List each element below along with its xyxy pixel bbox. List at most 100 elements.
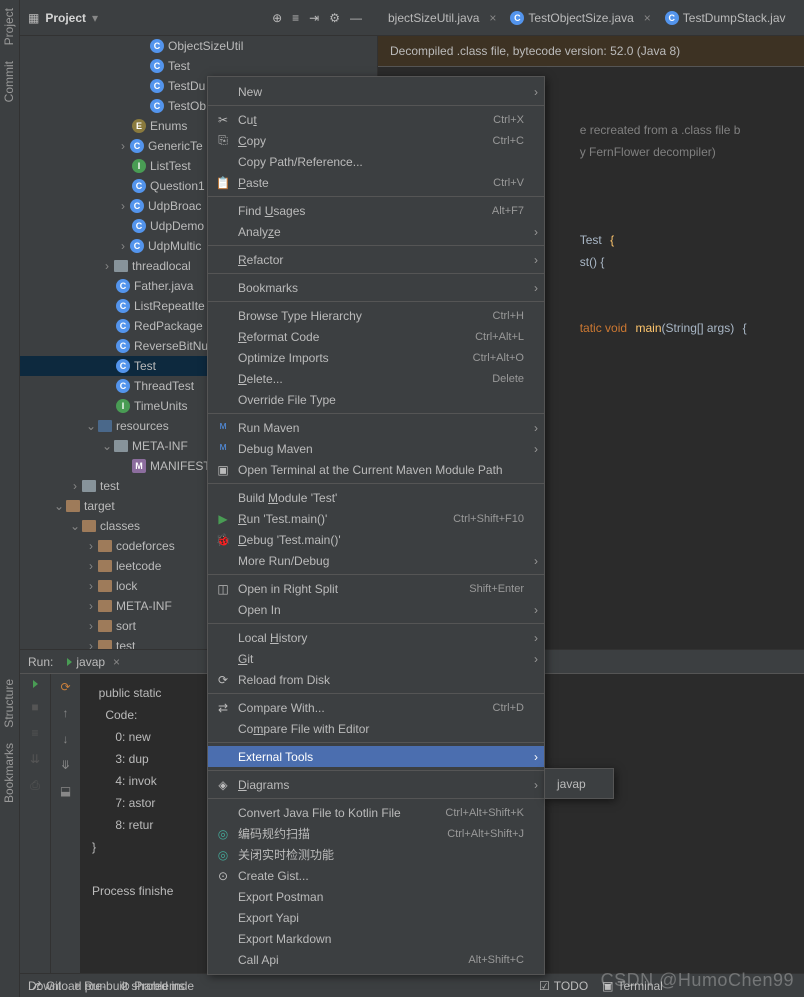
menu-item[interactable]: 🐞Debug 'Test.main()' bbox=[208, 529, 544, 550]
expand-icon[interactable]: › bbox=[68, 479, 82, 493]
icon[interactable]: ⇊ bbox=[30, 752, 40, 766]
menu-item[interactable]: Copy Path/Reference... bbox=[208, 151, 544, 172]
folder-icon bbox=[98, 600, 112, 612]
up-icon[interactable]: ↑ bbox=[63, 706, 69, 720]
menu-item[interactable]: External Tools› bbox=[208, 746, 544, 767]
expand-icon[interactable]: ⌄ bbox=[52, 499, 66, 513]
tab-bookmarks[interactable]: Bookmarks bbox=[0, 735, 18, 811]
icon[interactable]: ⤋ bbox=[60, 758, 70, 772]
menu-item[interactable]: ⎘CopyCtrl+C bbox=[208, 130, 544, 151]
menu-item[interactable]: ᴹRun Maven› bbox=[208, 417, 544, 438]
menu-item[interactable]: Local History› bbox=[208, 627, 544, 648]
target-icon[interactable]: ⊕ bbox=[272, 11, 282, 25]
menu-item[interactable]: Export Postman bbox=[208, 886, 544, 907]
menu-item[interactable]: Convert Java File to Kotlin FileCtrl+Alt… bbox=[208, 802, 544, 823]
menu-item[interactable]: Git› bbox=[208, 648, 544, 669]
tab-project[interactable]: Project bbox=[0, 0, 18, 53]
menu-item[interactable]: ✂CutCtrl+X bbox=[208, 109, 544, 130]
icon[interactable]: ⎙ bbox=[30, 778, 40, 793]
menu-separator bbox=[208, 623, 544, 624]
expand-icon[interactable]: › bbox=[116, 239, 130, 253]
expand-icon[interactable]: › bbox=[100, 259, 114, 273]
menu-item[interactable]: ◎编码规约扫描Ctrl+Alt+Shift+J bbox=[208, 823, 544, 844]
tree-item-name: RedPackage bbox=[134, 319, 203, 333]
menu-item[interactable]: Call ApiAlt+Shift+C bbox=[208, 949, 544, 970]
project-header[interactable]: ▦ Project ▾ ⊕ ≡ ⇥ ⚙ — bbox=[20, 11, 378, 25]
topbar: ▦ Project ▾ ⊕ ≡ ⇥ ⚙ — bjectSizeUtil.java… bbox=[20, 0, 804, 36]
menu-item-label: Debug Maven bbox=[238, 442, 313, 456]
expand-icon[interactable]: ⌄ bbox=[84, 419, 98, 433]
collapse-icon[interactable]: ⇥ bbox=[309, 11, 319, 25]
minimize-icon[interactable]: — bbox=[350, 11, 362, 25]
expand-icon[interactable]: › bbox=[84, 579, 98, 593]
menu-separator bbox=[208, 693, 544, 694]
tree-row[interactable]: CObjectSizeUtil bbox=[20, 36, 377, 56]
expand-icon[interactable]: ⌄ bbox=[68, 519, 82, 533]
dropdown-icon[interactable]: ▾ bbox=[92, 11, 98, 25]
menu-item[interactable]: ◈Diagrams› bbox=[208, 774, 544, 795]
submenu-item-javap[interactable]: javap bbox=[545, 773, 613, 794]
menu-item[interactable]: Export Markdown bbox=[208, 928, 544, 949]
menu-item[interactable]: Browse Type HierarchyCtrl+H bbox=[208, 305, 544, 326]
tree-item-name: UdpMultic bbox=[148, 239, 201, 253]
menu-item[interactable]: ᴹDebug Maven› bbox=[208, 438, 544, 459]
gear-icon[interactable]: ⚙ bbox=[329, 11, 340, 25]
menu-separator bbox=[208, 105, 544, 106]
editor-tab-0[interactable]: bjectSizeUtil.java × bbox=[382, 7, 502, 29]
menu-item[interactable]: ⊙Create Gist... bbox=[208, 865, 544, 886]
status-todo[interactable]: ☑TODO bbox=[539, 979, 588, 993]
icon[interactable]: ⟳ bbox=[60, 680, 70, 694]
expand-icon[interactable]: › bbox=[116, 139, 130, 153]
tab-commit[interactable]: Commit bbox=[0, 53, 18, 110]
menu-shortcut: Ctrl+D bbox=[493, 702, 524, 714]
tree-row[interactable]: CTest bbox=[20, 56, 377, 76]
tab-structure[interactable]: Structure bbox=[0, 671, 18, 736]
expand-icon[interactable]: › bbox=[84, 539, 98, 553]
menu-item[interactable]: Open In› bbox=[208, 599, 544, 620]
tree-item-name: ListTest bbox=[150, 159, 191, 173]
editor-tab-2[interactable]: C TestDumpStack.jav bbox=[659, 7, 792, 29]
class-icon: C bbox=[150, 79, 164, 93]
run-tab[interactable]: javap × bbox=[61, 653, 126, 671]
menu-item[interactable]: ⇄Compare With...Ctrl+D bbox=[208, 697, 544, 718]
down-icon[interactable]: ↓ bbox=[63, 732, 69, 746]
close-icon[interactable]: × bbox=[113, 655, 120, 669]
decompiled-banner: Decompiled .class file, bytecode version… bbox=[378, 36, 804, 67]
expand-icon[interactable]: ⌄ bbox=[100, 439, 114, 453]
menu-item[interactable]: ◫Open in Right SplitShift+Enter bbox=[208, 578, 544, 599]
menu-item[interactable]: Bookmarks› bbox=[208, 277, 544, 298]
expand-icon[interactable]: › bbox=[84, 599, 98, 613]
menu-item[interactable]: Find UsagesAlt+F7 bbox=[208, 200, 544, 221]
menu-item[interactable]: ⟳Reload from Disk bbox=[208, 669, 544, 690]
menu-item[interactable]: Optimize ImportsCtrl+Alt+O bbox=[208, 347, 544, 368]
run-icon[interactable] bbox=[33, 680, 38, 688]
menu-item[interactable]: Build Module 'Test' bbox=[208, 487, 544, 508]
close-icon[interactable]: × bbox=[489, 11, 496, 25]
menu-item[interactable]: 📋PasteCtrl+V bbox=[208, 172, 544, 193]
tree-item-name: target bbox=[84, 499, 115, 513]
menu-item[interactable]: More Run/Debug› bbox=[208, 550, 544, 571]
interface-icon: I bbox=[132, 159, 146, 173]
editor-tab-1[interactable]: C TestObjectSize.java × bbox=[504, 7, 656, 29]
sort-icon[interactable]: ≡ bbox=[292, 11, 299, 25]
stop-icon[interactable]: ■ bbox=[31, 700, 38, 714]
icon[interactable]: ⬓ bbox=[60, 784, 71, 798]
menu-item[interactable]: Analyze› bbox=[208, 221, 544, 242]
menu-item[interactable]: Compare File with Editor bbox=[208, 718, 544, 739]
menu-item[interactable]: Reformat CodeCtrl+Alt+L bbox=[208, 326, 544, 347]
status-terminal[interactable]: ▣Terminal bbox=[602, 979, 663, 993]
menu-item[interactable]: ◎关闭实时检测功能 bbox=[208, 844, 544, 865]
icon[interactable]: ≡ bbox=[31, 726, 38, 740]
menu-item[interactable]: New› bbox=[208, 81, 544, 102]
menu-item[interactable]: Override File Type bbox=[208, 389, 544, 410]
menu-item[interactable]: Export Yapi bbox=[208, 907, 544, 928]
tree-item-name: TimeUnits bbox=[134, 399, 188, 413]
expand-icon[interactable]: › bbox=[84, 619, 98, 633]
expand-icon[interactable]: › bbox=[116, 199, 130, 213]
close-icon[interactable]: × bbox=[644, 11, 651, 25]
menu-item[interactable]: ▣Open Terminal at the Current Maven Modu… bbox=[208, 459, 544, 480]
menu-item[interactable]: ▶Run 'Test.main()'Ctrl+Shift+F10 bbox=[208, 508, 544, 529]
expand-icon[interactable]: › bbox=[84, 559, 98, 573]
menu-item[interactable]: Refactor› bbox=[208, 249, 544, 270]
menu-item[interactable]: Delete...Delete bbox=[208, 368, 544, 389]
